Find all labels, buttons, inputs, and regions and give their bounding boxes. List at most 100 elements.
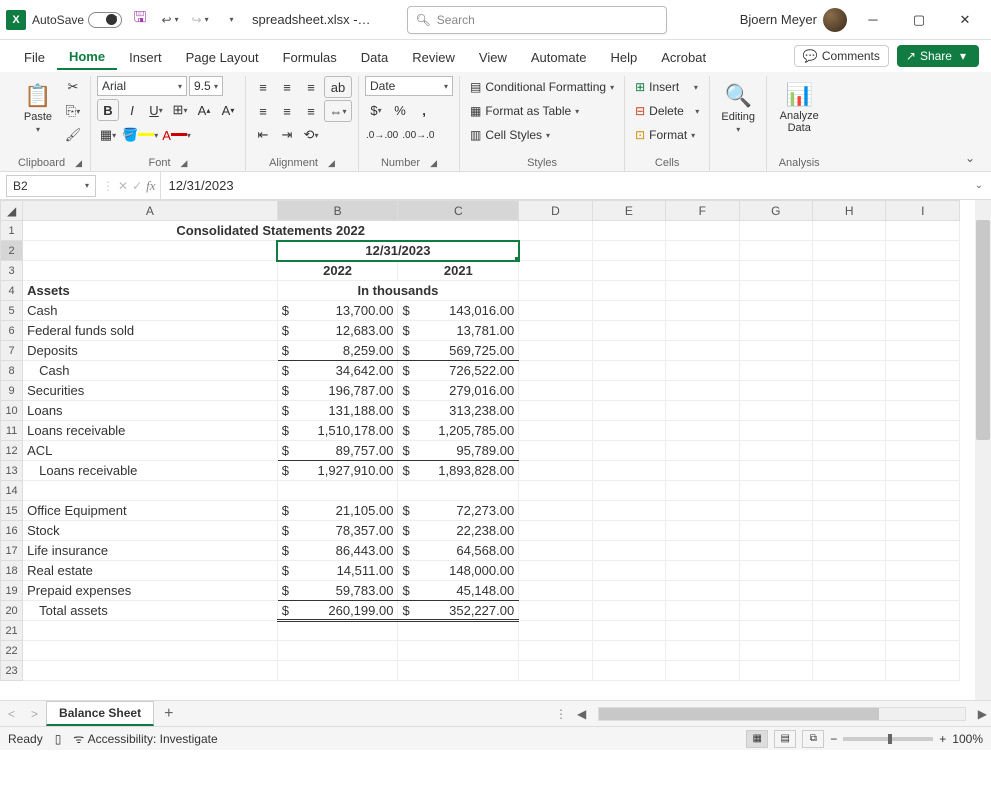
cell[interactable]: $78,357.00 [277, 521, 398, 541]
row-header[interactable]: 16 [1, 521, 23, 541]
tab-data[interactable]: Data [349, 44, 400, 69]
toggle-switch[interactable]: Off [88, 12, 122, 28]
row-header[interactable]: 2 [1, 241, 23, 261]
font-size-combo[interactable]: 9.5▾ [189, 76, 223, 96]
page-layout-view[interactable]: ▤ [774, 730, 796, 748]
align-top[interactable]: ≡ [252, 76, 274, 98]
row-header[interactable]: 11 [1, 421, 23, 441]
cell[interactable]: $148,000.00 [398, 561, 519, 581]
cell[interactable]: Loans receivable [23, 461, 278, 481]
fx-icon[interactable]: fx [146, 178, 155, 194]
underline-button[interactable]: U▾ [145, 99, 167, 121]
tab-scroll-options[interactable]: ⋮ [549, 707, 573, 721]
row-header[interactable]: 22 [1, 641, 23, 661]
add-sheet-button[interactable]: + [154, 705, 183, 723]
cell[interactable]: Office Equipment [23, 501, 278, 521]
cell[interactable] [23, 621, 278, 641]
cell[interactable] [277, 481, 398, 501]
cell[interactable]: In thousands [277, 281, 519, 301]
tab-acrobat[interactable]: Acrobat [649, 44, 718, 69]
col-header-I[interactable]: I [886, 201, 960, 221]
cell[interactable]: Loans receivable [23, 421, 278, 441]
insert-cells[interactable]: ⊞Insert ▾ [631, 76, 702, 98]
cell[interactable]: $13,781.00 [398, 321, 519, 341]
cell[interactable]: $64,568.00 [398, 541, 519, 561]
cell[interactable]: Deposits [23, 341, 278, 361]
percent-format[interactable]: % [389, 99, 411, 121]
cell[interactable]: $1,927,910.00 [277, 461, 398, 481]
share-button[interactable]: ↗Share▾ [897, 45, 979, 67]
dialog-launcher[interactable]: ◢ [430, 158, 437, 169]
page-break-view[interactable]: ⧉ [802, 730, 824, 748]
cell[interactable]: 2022 [277, 261, 398, 281]
cell[interactable]: $279,016.00 [398, 381, 519, 401]
tab-automate[interactable]: Automate [519, 44, 599, 69]
tab-review[interactable]: Review [400, 44, 467, 69]
comments-button[interactable]: 💬Comments [794, 45, 889, 67]
paste-button[interactable]: 📋Paste▾ [16, 76, 60, 140]
redo-button[interactable]: ↪▾ [188, 8, 212, 32]
cell[interactable]: $260,199.00 [277, 601, 398, 621]
cell[interactable]: ACL [23, 441, 278, 461]
col-header-A[interactable]: A [23, 201, 278, 221]
row-header[interactable]: 13 [1, 461, 23, 481]
hscroll-right[interactable]: ▶ [974, 707, 991, 721]
cell[interactable]: $22,238.00 [398, 521, 519, 541]
collapse-ribbon[interactable]: ⌄ [965, 151, 975, 165]
align-right[interactable]: ≡ [300, 100, 322, 122]
search-box[interactable]: 🔍︎ Search [407, 6, 667, 34]
scroll-thumb[interactable] [599, 708, 879, 720]
cell[interactable]: $89,757.00 [277, 441, 398, 461]
col-header-G[interactable]: G [739, 201, 812, 221]
cell[interactable]: $1,205,785.00 [398, 421, 519, 441]
cell-selected[interactable]: 12/31/2023 [277, 241, 519, 261]
cell[interactable]: $131,188.00 [277, 401, 398, 421]
cell[interactable]: $569,725.00 [398, 341, 519, 361]
minimize-button[interactable]: ─ [853, 5, 893, 35]
maximize-button[interactable]: ▢ [899, 5, 939, 35]
cell[interactable]: $34,642.00 [277, 361, 398, 381]
zoom-level[interactable]: 100% [952, 732, 983, 746]
cell[interactable] [23, 641, 278, 661]
column-headers[interactable]: ◢ A B C D E F G H I [1, 201, 960, 221]
wrap-text[interactable]: ab [324, 76, 352, 98]
merge-center[interactable]: ⇔▾ [324, 100, 352, 122]
row-header[interactable]: 7 [1, 341, 23, 361]
cell[interactable]: Total assets [23, 601, 278, 621]
col-header-F[interactable]: F [666, 201, 739, 221]
row-header[interactable]: 12 [1, 441, 23, 461]
dialog-launcher[interactable]: ◢ [75, 158, 82, 169]
row-header[interactable]: 18 [1, 561, 23, 581]
next-sheet[interactable]: > [23, 707, 46, 721]
cell[interactable]: $12,683.00 [277, 321, 398, 341]
row-header[interactable]: 21 [1, 621, 23, 641]
cell[interactable]: Securities [23, 381, 278, 401]
format-as-table[interactable]: ▦Format as Table▾ [466, 100, 583, 122]
shrink-font-button[interactable]: A▾ [217, 99, 239, 121]
cell[interactable] [398, 621, 519, 641]
cell[interactable]: Federal funds sold [23, 321, 278, 341]
cell[interactable] [23, 661, 278, 681]
cell[interactable]: Cash [23, 361, 278, 381]
name-box[interactable]: B2▾ [6, 175, 96, 197]
cell[interactable]: $95,789.00 [398, 441, 519, 461]
decrease-indent[interactable]: ⇤ [252, 124, 274, 146]
worksheet-grid[interactable]: ◢ A B C D E F G H I 1 Consolidated State… [0, 200, 991, 700]
cell[interactable]: Loans [23, 401, 278, 421]
editing-menu[interactable]: 🔍Editing▾ [716, 76, 760, 140]
cell[interactable]: 2021 [398, 261, 519, 281]
increase-indent[interactable]: ⇥ [276, 124, 298, 146]
tab-page-layout[interactable]: Page Layout [174, 44, 271, 69]
cell[interactable]: Stock [23, 521, 278, 541]
align-bottom[interactable]: ≡ [300, 76, 322, 98]
cell[interactable]: $59,783.00 [277, 581, 398, 601]
cell[interactable] [398, 661, 519, 681]
format-painter-button[interactable]: 🖌 [62, 124, 84, 146]
decrease-decimal[interactable]: .00→.0 [401, 124, 435, 146]
align-left[interactable]: ≡ [252, 100, 274, 122]
row-header[interactable]: 10 [1, 401, 23, 421]
sheet-tab[interactable]: Balance Sheet [46, 701, 154, 726]
tab-insert[interactable]: Insert [117, 44, 174, 69]
copy-button[interactable]: ⎘▾ [62, 100, 84, 122]
row-header[interactable]: 6 [1, 321, 23, 341]
